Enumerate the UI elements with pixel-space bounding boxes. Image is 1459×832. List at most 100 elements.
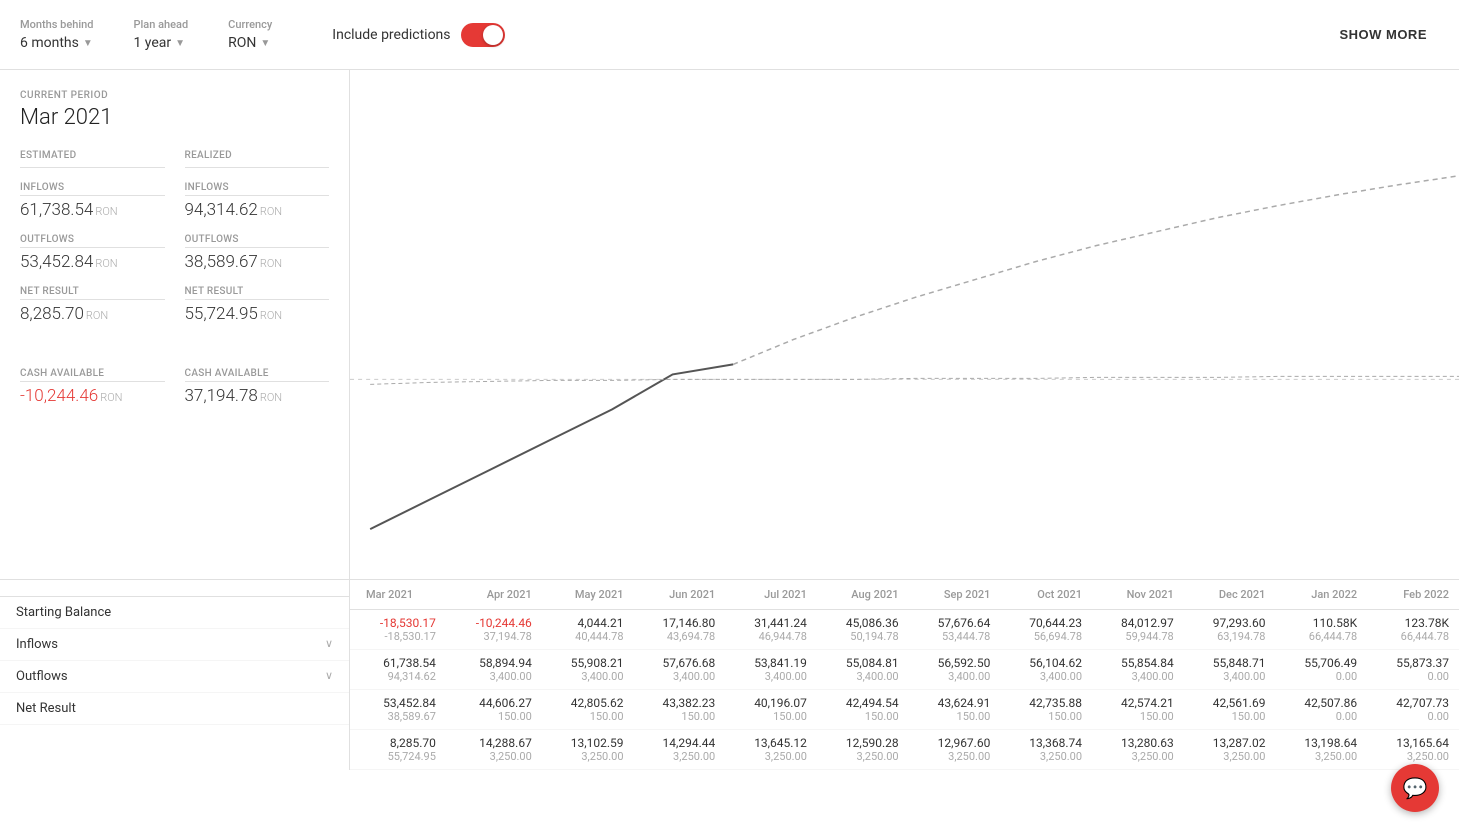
inflows-expand-icon[interactable]: ∨ (325, 637, 333, 650)
secondary-value: 59,944.78 (1102, 630, 1174, 643)
secondary-value: 0.00 (1377, 710, 1449, 723)
data-table: Mar 2021Apr 2021May 2021Jun 2021Jul 2021… (350, 580, 1459, 770)
secondary-value: 3,400.00 (1010, 670, 1082, 683)
data-cell: 4,044.2140,444.78 (542, 610, 634, 650)
column-header: Nov 2021 (1092, 580, 1184, 610)
months-behind-label: Months behind (20, 18, 93, 31)
primary-value: 40,196.07 (735, 696, 807, 710)
real-cash-divider (185, 381, 330, 382)
predictions-label: Include predictions (332, 27, 450, 43)
outflows-label: Outflows ∨ (0, 661, 349, 693)
primary-value: 61,738.54 (360, 656, 436, 670)
dashed-prediction-line (733, 176, 1459, 365)
months-behind-value: 6 months (20, 35, 79, 51)
secondary-value: 0.00 (1285, 670, 1357, 683)
currency-dropdown[interactable]: RON ▼ (228, 35, 272, 51)
primary-value: 42,707.73 (1377, 696, 1449, 710)
est-outflows: OUTFLOWS 53,452.84RON (20, 234, 165, 272)
secondary-value: 56,694.78 (1010, 630, 1082, 643)
column-header: Feb 2022 (1367, 580, 1459, 610)
real-cash: CASH AVAILABLE 37,194.78RON (185, 368, 330, 406)
outflows-expand-icon[interactable]: ∨ (325, 669, 333, 682)
secondary-value: 66,444.78 (1377, 630, 1449, 643)
plan-ahead-dropdown[interactable]: 1 year ▼ (133, 35, 188, 51)
data-cell: 44,606.27150.00 (446, 690, 542, 730)
predictions-toggle[interactable] (461, 23, 505, 47)
data-cell: 12,590.283,250.00 (817, 730, 909, 770)
est-outflows-value: 53,452.84RON (20, 252, 165, 272)
primary-value: 55,706.49 (1285, 656, 1357, 670)
current-period-value: Mar 2021 (20, 105, 329, 130)
show-more-button[interactable]: SHOW MORE (1327, 21, 1439, 48)
column-header: Sep 2021 (909, 580, 1001, 610)
table-row: Starting Balance (0, 597, 349, 629)
primary-value: 56,104.62 (1010, 656, 1082, 670)
primary-value: 42,494.54 (827, 696, 899, 710)
table-right[interactable]: Mar 2021Apr 2021May 2021Jun 2021Jul 2021… (350, 580, 1459, 770)
data-cell: 8,285.7055,724.95 (350, 730, 446, 770)
data-cell: 55,084.813,400.00 (817, 650, 909, 690)
months-behind-dropdown[interactable]: 6 months ▼ (20, 35, 93, 51)
secondary-value: 150.00 (735, 710, 807, 723)
est-net: NET RESULT 8,285.70RON (20, 286, 165, 324)
table-row: 53,452.8438,589.6744,606.27150.0042,805.… (350, 690, 1459, 730)
data-cell: -10,244.4637,194.78 (446, 610, 542, 650)
chart-svg (350, 70, 1459, 579)
primary-value: 12,590.28 (827, 736, 899, 750)
primary-value: 53,452.84 (360, 696, 436, 710)
secondary-value: 38,589.67 (360, 710, 436, 723)
data-cell: 17,146.8043,694.78 (634, 610, 726, 650)
secondary-value: 37,194.78 (456, 630, 532, 643)
table-row: 8,285.7055,724.95 14,288.67 3,250.00 13,102… (350, 730, 1459, 770)
data-cell: 58,894.943,400.00 (446, 650, 542, 690)
data-cell: 13,102.593,250.00 (542, 730, 634, 770)
data-cell: 14,294.443,250.00 (634, 730, 726, 770)
data-cell: 42,574.21150.00 (1092, 690, 1184, 730)
real-net-label: NET RESULT (185, 286, 330, 297)
primary-value: 43,382.23 (644, 696, 716, 710)
secondary-value: 3,250.00 (1010, 750, 1082, 763)
predictions-group: Include predictions (332, 23, 504, 47)
table-row: 61,738.5494,314.6258,894.943,400.0055,90… (350, 650, 1459, 690)
currency-label: Currency (228, 18, 272, 31)
toggle-knob (483, 25, 503, 45)
data-cell: 55,854.843,400.00 (1092, 650, 1184, 690)
primary-value: 42,735.88 (1010, 696, 1082, 710)
primary-value: 97,293.60 (1194, 616, 1266, 630)
data-cell: 56,104.623,400.00 (1000, 650, 1092, 690)
primary-value: 57,676.68 (644, 656, 716, 670)
secondary-value: 3,250.00 (919, 750, 991, 763)
top-bar: Months behind 6 months ▼ Plan ahead 1 ye… (0, 0, 1459, 70)
realized-col-header: REALIZED (185, 150, 330, 174)
primary-value: -10,244.46 (456, 616, 532, 630)
data-cell: 56,592.503,400.00 (909, 650, 1001, 690)
real-cash-label: CASH AVAILABLE (185, 368, 330, 379)
data-cell: 42,707.730.00 (1367, 690, 1459, 730)
plan-ahead-value: 1 year (133, 35, 171, 51)
secondary-value: 150.00 (552, 710, 624, 723)
data-cell: 55,706.490.00 (1275, 650, 1367, 690)
data-cell: 43,624.91150.00 (909, 690, 1001, 730)
chat-bubble-button[interactable]: 💬 (1391, 764, 1439, 812)
data-cell: 13,198.643,250.00 (1275, 730, 1367, 770)
primary-value: 14,288.67 (456, 736, 532, 750)
secondary-value: 66,444.78 (1285, 630, 1357, 643)
data-cell: 61,738.5494,314.62 (350, 650, 446, 690)
data-cell: 55,908.213,400.00 (542, 650, 634, 690)
primary-value: 13,368.74 (1010, 736, 1082, 750)
data-cell: -18,530.17-18,530.17 (350, 610, 446, 650)
primary-value: 70,644.23 (1010, 616, 1082, 630)
secondary-value: 46,944.78 (735, 630, 807, 643)
table-row: Outflows ∨ (0, 661, 349, 693)
primary-value: 13,102.59 (552, 736, 624, 750)
column-header: May 2021 (542, 580, 634, 610)
primary-value: 17,146.80 (644, 616, 716, 630)
data-cell: 42,561.69150.00 (1184, 690, 1276, 730)
real-cash-value: 37,194.78RON (185, 386, 330, 406)
empty-header (0, 580, 349, 597)
primary-value: 55,848.71 (1194, 656, 1266, 670)
column-header: Aug 2021 (817, 580, 909, 610)
primary-value: 42,561.69 (1194, 696, 1266, 710)
data-cell: 13,368.743,250.00 (1000, 730, 1092, 770)
secondary-value: 94,314.62 (360, 670, 436, 683)
